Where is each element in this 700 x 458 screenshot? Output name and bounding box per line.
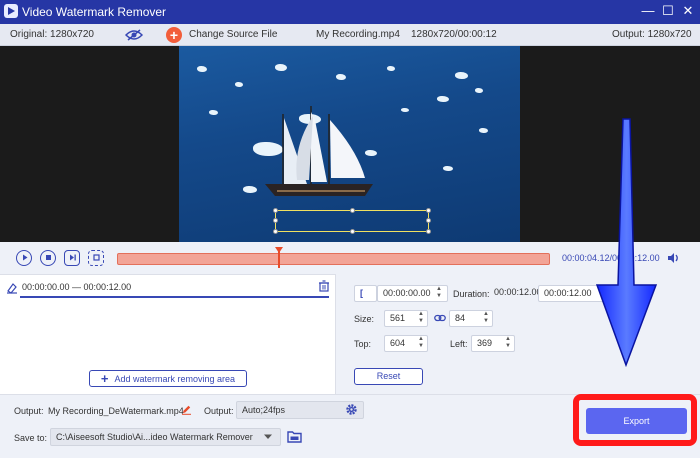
stop-icon bbox=[45, 255, 51, 260]
maximize-button[interactable]: ☐ bbox=[660, 3, 676, 19]
resize-handle[interactable] bbox=[273, 229, 278, 234]
ice-floe bbox=[387, 66, 395, 71]
source-file-info: 1280x720/00:00:12 bbox=[411, 29, 497, 40]
duration-label: Duration: bbox=[453, 289, 490, 299]
ice-floe bbox=[275, 64, 287, 71]
ice-floe bbox=[336, 74, 346, 80]
source-file-name: My Recording.mp4 bbox=[316, 29, 400, 40]
add-watermark-area-label: Add watermark removing area bbox=[114, 374, 236, 384]
resize-handle[interactable] bbox=[273, 208, 278, 213]
segment-time-range[interactable]: 00:00:00.00 — 00:00:12.00 bbox=[22, 282, 131, 292]
original-resolution: Original: 1280x720 bbox=[10, 29, 94, 40]
edit-pencil-icon[interactable] bbox=[181, 404, 192, 415]
segment-progress-bar bbox=[20, 296, 329, 298]
add-source-icon[interactable]: + bbox=[166, 27, 182, 43]
ice-floe bbox=[197, 66, 207, 72]
plus-icon: + bbox=[100, 371, 109, 386]
stop-button[interactable] bbox=[40, 250, 56, 266]
ice-floe bbox=[401, 108, 409, 112]
save-path-dropdown[interactable]: C:\Aiseesoft Studio\Ai...ideo Watermark … bbox=[50, 428, 281, 446]
output-file-name: My Recording_DeWatermark.mp4 bbox=[48, 406, 184, 416]
size-label: Size: bbox=[354, 314, 375, 324]
left-label: Left: bbox=[450, 339, 468, 349]
clip-icon bbox=[92, 254, 100, 261]
reset-button[interactable]: Reset bbox=[354, 368, 423, 385]
resize-handle[interactable] bbox=[350, 229, 355, 234]
ice-floe bbox=[235, 82, 243, 87]
trash-icon[interactable] bbox=[318, 280, 330, 292]
height-stepper[interactable]: ▲ ▼ bbox=[481, 311, 491, 326]
minimize-button[interactable]: — bbox=[640, 3, 656, 19]
top-stepper[interactable]: ▲ ▼ bbox=[416, 336, 426, 351]
start-time-stepper[interactable]: ▲ ▼ bbox=[434, 286, 444, 301]
next-frame-button[interactable] bbox=[64, 250, 80, 266]
change-source-link[interactable]: Change Source File bbox=[189, 29, 277, 40]
top-label: Top: bbox=[354, 339, 372, 349]
annotation-arrow-icon bbox=[595, 118, 658, 367]
output-format-value: Auto;24fps bbox=[242, 405, 286, 415]
close-button[interactable]: ✕ bbox=[680, 3, 696, 19]
play-button[interactable] bbox=[16, 250, 32, 266]
folder-icon[interactable] bbox=[287, 430, 302, 443]
window-title: Video Watermark Remover bbox=[22, 5, 167, 19]
clip-button[interactable] bbox=[88, 250, 104, 266]
next-frame-icon bbox=[69, 254, 76, 261]
preview-eye-icon[interactable] bbox=[125, 28, 143, 42]
left-stepper[interactable]: ▲ ▼ bbox=[503, 336, 513, 351]
playhead-marker[interactable] bbox=[275, 247, 283, 253]
ice-floe bbox=[443, 166, 453, 171]
export-button[interactable]: Export bbox=[586, 408, 687, 434]
play-icon bbox=[22, 254, 27, 261]
info-bar: Original: 1280x720 + Change Source File … bbox=[0, 24, 700, 46]
output-resolution: Output: 1280x720 bbox=[612, 29, 692, 40]
ice-floe bbox=[475, 88, 483, 93]
resize-handle[interactable] bbox=[273, 218, 278, 223]
resize-handle[interactable] bbox=[350, 208, 355, 213]
gear-icon[interactable] bbox=[345, 403, 358, 416]
resize-handle[interactable] bbox=[426, 229, 431, 234]
ice-floe bbox=[437, 96, 449, 102]
format-label: Output: bbox=[204, 406, 234, 416]
eraser-icon bbox=[7, 283, 17, 294]
app-icon bbox=[4, 4, 18, 18]
width-stepper[interactable]: ▲ ▼ bbox=[416, 311, 426, 326]
chevron-down-icon[interactable] bbox=[263, 433, 273, 441]
link-icon[interactable] bbox=[434, 313, 446, 323]
set-start-button[interactable]: [ bbox=[354, 285, 377, 302]
title-bar: Video Watermark Remover — ☐ ✕ bbox=[0, 0, 700, 24]
ice-floe bbox=[455, 72, 468, 79]
add-watermark-area-button[interactable]: + Add watermark removing area bbox=[89, 370, 247, 387]
resize-handle[interactable] bbox=[426, 208, 431, 213]
save-to-label: Save to: bbox=[14, 433, 48, 443]
app-window: Video Watermark Remover — ☐ ✕ Original: … bbox=[0, 0, 700, 458]
save-path-value: C:\Aiseesoft Studio\Ai...ideo Watermark … bbox=[56, 432, 253, 442]
ice-floe bbox=[479, 128, 488, 133]
duration-value: 00:00:12.00 bbox=[494, 287, 542, 297]
segment-panel: 00:00:00.00 — 00:00:12.00 + Add watermark… bbox=[0, 274, 335, 394]
sailboat-image bbox=[265, 106, 373, 196]
timeline-track[interactable] bbox=[117, 253, 550, 265]
ice-floe bbox=[209, 110, 218, 115]
volume-icon[interactable] bbox=[666, 251, 680, 265]
resize-handle[interactable] bbox=[426, 218, 431, 223]
output-label: Output: bbox=[14, 406, 44, 416]
